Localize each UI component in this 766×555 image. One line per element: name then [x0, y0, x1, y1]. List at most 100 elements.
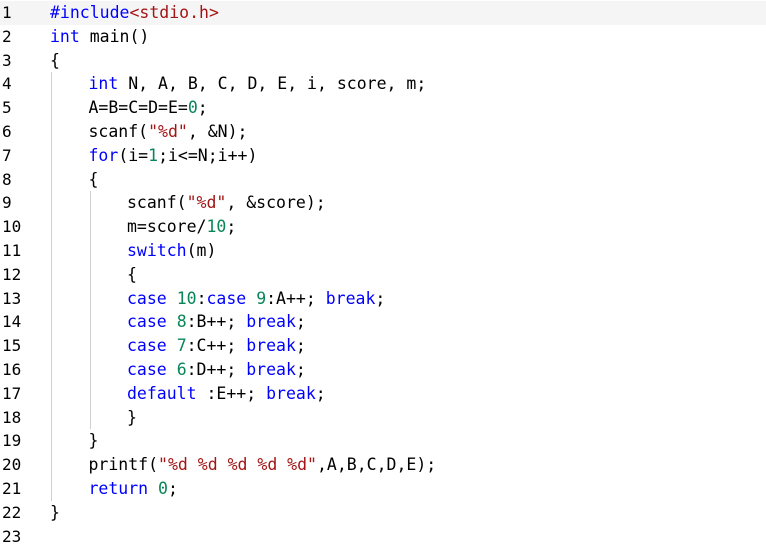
line-number: 15 — [2, 336, 22, 356]
code-token: for — [88, 145, 119, 165]
code-line[interactable]: 18} — [0, 406, 766, 430]
code-line[interactable]: 3{ — [0, 49, 766, 73]
code-text: { — [127, 263, 137, 287]
code-token: 0 — [158, 479, 168, 498]
line-number: 14 — [2, 312, 22, 332]
code-line[interactable]: 5 A=B=C=D=E=0; — [0, 96, 766, 120]
code-token: ; — [167, 479, 178, 498]
code-token: case — [127, 360, 167, 379]
code-token: :A++; — [266, 288, 326, 308]
code-line[interactable]: 17 default :E++; break; — [0, 382, 766, 406]
code-token: break — [246, 336, 296, 356]
code-text: } — [89, 429, 99, 453]
code-line[interactable]: 4 int N, A, B, C, D, E, i, score, m; — [0, 72, 766, 96]
code-token: ; — [295, 360, 306, 379]
code-token: ; — [315, 383, 326, 403]
code-text: case 8:B++; break; — [127, 310, 306, 334]
line-number: 9 — [2, 193, 12, 213]
code-text: } — [50, 501, 60, 525]
code-token: m=score/ — [127, 217, 207, 237]
code-token: ,A,B,C,D,E); — [317, 455, 437, 475]
code-token: 8 — [176, 312, 187, 332]
code-text: return 0; — [89, 477, 178, 501]
code-token: } — [127, 407, 137, 427]
code-token: N, A, B, C, D, E, i, score, m; — [118, 74, 427, 94]
code-text: #include<stdio.h> — [50, 1, 219, 25]
line-number: 10 — [2, 217, 22, 237]
code-token: :C++; — [186, 336, 247, 356]
code-token: int — [50, 26, 80, 46]
code-text: printf("%d %d %d %d %d",A,B,C,D,E); — [89, 453, 437, 477]
code-text: int main() — [50, 25, 149, 49]
line-number: 6 — [2, 122, 12, 141]
code-line[interactable]: 13 case 10:case 9:A++; break; — [0, 287, 766, 311]
line-number: 4 — [2, 74, 12, 94]
code-token: 6 — [176, 360, 187, 379]
code-token: :D++; — [186, 360, 247, 379]
code-token: case — [127, 288, 167, 308]
line-number: 20 — [2, 455, 22, 475]
line-number: 21 — [2, 479, 22, 498]
code-line[interactable]: 19} — [0, 429, 766, 453]
code-line[interactable]: 6 scanf("%d", &N); — [0, 120, 766, 144]
line-number: 22 — [2, 502, 22, 522]
code-token: : — [196, 288, 207, 308]
code-token: :B++; — [186, 312, 247, 332]
code-token: break — [246, 360, 296, 379]
code-text: switch(m) — [127, 239, 216, 263]
code-line[interactable]: 10 m=score/10; — [0, 215, 766, 239]
code-token: 10 — [176, 288, 197, 308]
code-line[interactable]: 16 case 6:D++; break; — [0, 358, 766, 382]
code-token: switch — [127, 241, 187, 260]
code-text: scanf("%d", &N); — [89, 120, 248, 144]
code-line[interactable]: 23 — [0, 525, 766, 549]
code-token: break — [246, 312, 296, 332]
code-token: ; — [295, 312, 306, 332]
code-line[interactable]: 22} — [0, 501, 766, 525]
code-line[interactable]: 14 case 8:B++; break; — [0, 310, 766, 334]
line-number: 8 — [2, 169, 12, 189]
code-line[interactable]: 11 switch(m) — [0, 239, 766, 263]
code-line[interactable]: 15 case 7:C++; break; — [0, 334, 766, 358]
code-line[interactable]: 7 for(i=1;i<=N;i++) — [0, 144, 766, 168]
code-token: printf( — [88, 455, 159, 475]
code-token: scanf( — [88, 122, 149, 141]
code-line[interactable]: 2 int main() — [0, 25, 766, 49]
code-token: #include — [50, 3, 130, 22]
code-line[interactable]: 21 return 0; — [0, 477, 766, 501]
code-text: default :E++; break; — [127, 382, 326, 406]
code-token: , &score); — [226, 193, 326, 213]
code-token: case — [127, 312, 167, 332]
code-token: ;i<=N;i++) — [158, 145, 258, 165]
line-number: 17 — [2, 383, 22, 403]
line-number: 16 — [2, 360, 22, 379]
code-editor[interactable]: 1 #include<stdio.h> 2 int main() 3{4 int N, A… — [0, 0, 766, 555]
code-token: } — [50, 502, 60, 522]
line-number: 11 — [2, 241, 22, 260]
code-text: int N, A, B, C, D, E, i, score, m; — [89, 72, 427, 96]
line-number: 3 — [2, 50, 12, 70]
indent-guide — [89, 191, 91, 430]
code-text: case 10:case 9:A++; break; — [127, 287, 385, 311]
line-number: 1 — [2, 3, 12, 22]
code-line[interactable]: 12 { — [0, 263, 766, 287]
code-line[interactable]: 9 scanf("%d", &score); — [0, 191, 766, 215]
code-line[interactable]: 1 #include<stdio.h> — [0, 1, 766, 25]
code-text: { — [89, 168, 99, 192]
code-token: break — [266, 383, 316, 403]
code-token: { — [50, 50, 60, 70]
code-token: A=B=C=D=E= — [88, 98, 188, 118]
code-token: int — [88, 74, 119, 94]
code-token: 9 — [256, 288, 267, 308]
code-token: { — [88, 169, 99, 189]
line-number: 2 — [2, 26, 12, 46]
code-token: return — [88, 479, 149, 498]
code-line[interactable]: 8{ — [0, 168, 766, 192]
code-token: "%d %d %d %d %d" — [158, 455, 317, 475]
code-text: case 6:D++; break; — [127, 358, 306, 382]
code-token: main() — [79, 26, 150, 46]
code-line[interactable]: 20 printf("%d %d %d %d %d",A,B,C,D,E); — [0, 453, 766, 477]
